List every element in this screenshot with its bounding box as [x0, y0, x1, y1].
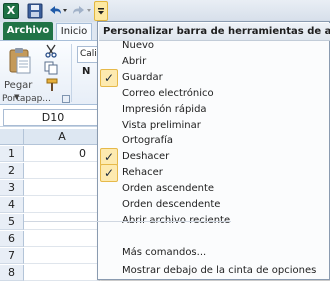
format-painter-icon — [46, 78, 58, 91]
column-header-a[interactable]: A — [24, 129, 100, 145]
ribbon-group-separator — [71, 44, 72, 102]
row-header[interactable]: 1 — [0, 146, 24, 162]
row-header[interactable]: 8 — [0, 265, 24, 281]
cell-a3[interactable] — [24, 180, 100, 196]
save-icon — [27, 3, 43, 19]
cell-a5[interactable] — [24, 214, 100, 230]
tab-file[interactable]: Archivo — [3, 22, 53, 40]
cell-a4[interactable] — [24, 197, 100, 213]
cell-a6[interactable] — [24, 231, 100, 247]
paste-label: Pegar — [4, 80, 33, 91]
cell-a2[interactable] — [24, 163, 100, 179]
copy-icon — [44, 61, 58, 75]
row-header[interactable]: 6 — [0, 231, 24, 247]
row-header[interactable]: 2 — [0, 163, 24, 179]
redo-button[interactable] — [71, 3, 93, 19]
row-header[interactable]: 5 — [0, 214, 24, 230]
name-box[interactable]: D10 — [3, 109, 103, 126]
tab-home[interactable]: Inicio — [56, 23, 92, 41]
redo-icon — [73, 6, 91, 14]
paste-button[interactable] — [7, 46, 33, 76]
format-painter-button[interactable] — [44, 78, 58, 92]
bold-button[interactable]: N — [82, 66, 90, 77]
clipboard-launcher-icon[interactable] — [62, 95, 70, 103]
row-header[interactable]: 7 — [0, 248, 24, 264]
row-header[interactable]: 3 — [0, 180, 24, 196]
menu-separator — [24, 221, 231, 222]
save-button[interactable] — [27, 3, 43, 19]
customize-qat-button[interactable] — [94, 1, 108, 21]
menu-item-show-below-ribbon[interactable]: Mostrar debajo de la cinta de opciones — [98, 261, 329, 281]
cell-a7[interactable] — [24, 248, 100, 264]
copy-button[interactable] — [44, 61, 58, 75]
show-below-label: Mostrar debajo de la cinta de opciones — [122, 265, 317, 276]
cell-a1[interactable]: 0 — [24, 146, 100, 162]
clipboard-group-label: Portapap... — [2, 94, 51, 104]
scissors-icon — [45, 44, 57, 58]
cut-button[interactable] — [44, 44, 58, 58]
cell-a8[interactable] — [24, 265, 100, 281]
excel-app-icon[interactable]: X — [3, 3, 19, 19]
menu-item-more-commands[interactable]: Más comandos... — [98, 243, 329, 263]
select-all-corner[interactable] — [0, 129, 24, 145]
paste-icon — [9, 48, 31, 74]
undo-button[interactable] — [47, 3, 69, 19]
customize-qat-icon — [98, 8, 104, 15]
row-header[interactable]: 4 — [0, 197, 24, 213]
more-commands-label: Más comandos... — [122, 247, 207, 258]
undo-icon — [50, 6, 67, 14]
